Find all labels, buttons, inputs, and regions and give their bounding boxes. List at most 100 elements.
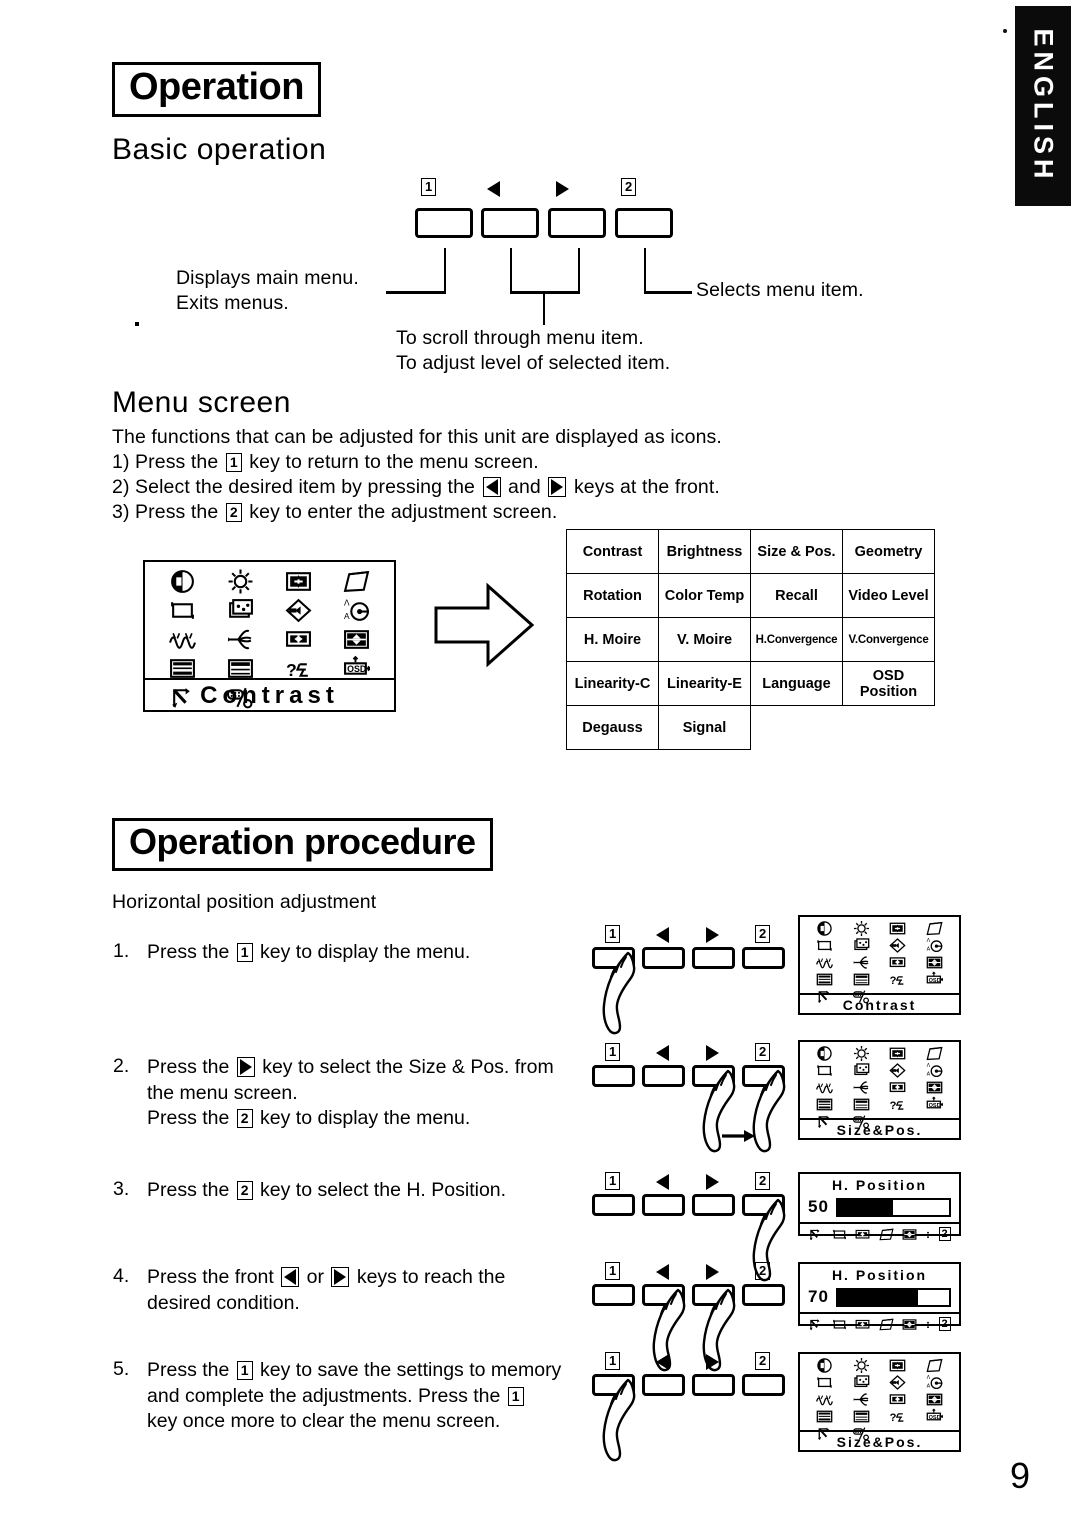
osd-icon-contrast[interactable] [806,920,843,937]
osd-icon-linearity-e[interactable] [211,655,269,682]
osd-icon-v-moire[interactable] [211,626,269,653]
osd-icon-osd-position[interactable]: OSD [328,655,386,682]
osd-icon-h-convergence[interactable] [270,626,328,653]
osd-icon-geometry[interactable] [916,1045,953,1062]
osd-icon-h-moire[interactable] [806,1079,843,1096]
osd-icon-linearity-e[interactable] [843,971,880,988]
osd-panel-step4-h-position-gauge-track[interactable] [835,1287,951,1307]
menu-map-cell[interactable]: Color Temp [658,573,751,618]
osd-icon-rotation[interactable] [806,1062,843,1079]
osd-icon-geometry[interactable] [916,920,953,937]
osd-bar-v-convergence[interactable] [902,1227,917,1242]
button-key-2[interactable] [615,208,673,238]
button-key-2[interactable] [742,1284,785,1306]
osd-icon-size-position[interactable] [880,1045,917,1062]
osd-bar-geometry[interactable] [879,1317,894,1332]
osd-bar-h-convergence[interactable] [855,1317,870,1332]
osd-bar-rotation[interactable] [832,1227,847,1242]
button-key-right[interactable] [692,1194,735,1216]
osd-icon-geometry[interactable] [328,568,386,595]
osd-icon-color-temp[interactable] [211,597,269,624]
osd-icon-brightness[interactable] [843,1045,880,1062]
osd-bar-degauss[interactable] [808,1227,823,1242]
osd-icon-video-level[interactable]: ΛA [916,1374,953,1391]
osd-bar-rotation[interactable] [832,1317,847,1332]
osd-bar-degauss[interactable] [808,1317,823,1332]
menu-map-cell[interactable]: Video Level [842,573,935,618]
osd-icon-video-level[interactable]: ΛA [916,937,953,954]
osd-icon-osd-position[interactable]: OSD [916,971,953,988]
osd-icon-language[interactable]: ? [880,971,917,988]
osd-icon-video-level[interactable]: ΛA [916,1062,953,1079]
osd-icon-size-position[interactable] [880,1357,917,1374]
osd-panel-step3-h-position-gauge-track[interactable] [835,1197,951,1217]
osd-icon-rotation[interactable] [806,937,843,954]
osd-icon-language[interactable]: ? [880,1096,917,1113]
menu-map-cell[interactable]: Size & Pos. [750,529,843,574]
osd-icon-contrast[interactable] [806,1357,843,1374]
button-key-left[interactable] [642,947,685,969]
osd-bar-v-convergence[interactable] [902,1317,917,1332]
menu-map-cell[interactable]: V.Convergence [842,617,935,662]
button-key-left[interactable] [642,1374,685,1396]
osd-icon-linearity-c[interactable] [806,971,843,988]
osd-icon-color-temp[interactable] [843,937,880,954]
osd-icon-rotation[interactable] [806,1374,843,1391]
osd-icon-rotation[interactable] [153,597,211,624]
osd-icon-language[interactable]: ? [270,655,328,682]
osd-icon-recall[interactable] [880,1374,917,1391]
osd-icon-v-convergence[interactable] [916,954,953,971]
menu-map-cell[interactable]: H. Moire [566,617,659,662]
osd-icon-h-moire[interactable] [806,954,843,971]
menu-map-cell[interactable]: Linearity-C [566,661,659,706]
osd-icon-brightness[interactable] [843,1357,880,1374]
osd-icon-linearity-e[interactable] [843,1096,880,1113]
osd-icon-color-temp[interactable] [843,1374,880,1391]
osd-icon-recall[interactable] [880,1062,917,1079]
osd-bar-key-2[interactable]: 2 [938,1317,951,1331]
osd-icon-v-convergence[interactable] [916,1079,953,1096]
osd-icon-size-position[interactable] [270,568,328,595]
button-key-2[interactable] [742,947,785,969]
osd-icon-v-convergence[interactable] [328,626,386,653]
osd-icon-linearity-c[interactable] [806,1408,843,1425]
osd-icon-size-position[interactable] [880,920,917,937]
osd-icon-linearity-e[interactable] [843,1408,880,1425]
osd-icon-color-temp[interactable] [843,1062,880,1079]
osd-icon-video-level[interactable]: ΛA [328,597,386,624]
osd-icon-osd-position[interactable]: OSD [916,1408,953,1425]
button-key-1[interactable] [415,208,473,238]
osd-icon-v-moire[interactable] [843,1391,880,1408]
osd-icon-degauss[interactable] [806,988,843,1005]
button-key-left[interactable] [642,1065,685,1087]
osd-icon-linearity-c[interactable] [153,655,211,682]
osd-icon-osd-position[interactable]: OSD [916,1096,953,1113]
osd-icon-recall[interactable] [880,937,917,954]
osd-bar-key-2[interactable]: 2 [938,1227,951,1241]
menu-map-cell[interactable]: Linearity-E [658,661,751,706]
osd-bar-h-convergence[interactable] [855,1227,870,1242]
osd-icon-h-convergence[interactable] [880,954,917,971]
menu-map-cell[interactable]: Degauss [566,705,659,750]
button-key-left[interactable] [642,1194,685,1216]
menu-map-cell[interactable]: OSD Position [842,661,935,706]
menu-map-cell[interactable]: H.Convergence [750,617,843,662]
osd-icon-brightness[interactable] [211,568,269,595]
osd-icon-v-moire[interactable] [843,1079,880,1096]
button-key-right[interactable] [692,1374,735,1396]
osd-icon-contrast[interactable] [806,1045,843,1062]
button-key-left[interactable] [481,208,539,238]
menu-map-cell[interactable]: V. Moire [658,617,751,662]
osd-icon-h-convergence[interactable] [880,1391,917,1408]
osd-icon-geometry[interactable] [916,1357,953,1374]
menu-map-cell[interactable]: Language [750,661,843,706]
osd-bar-geometry[interactable] [879,1227,894,1242]
osd-icon-v-convergence[interactable] [916,1391,953,1408]
menu-map-cell[interactable]: Brightness [658,529,751,574]
osd-icon-h-moire[interactable] [806,1391,843,1408]
button-key-1[interactable] [592,1194,635,1216]
osd-icon-v-moire[interactable] [843,954,880,971]
menu-map-cell[interactable]: Contrast [566,529,659,574]
osd-icon-language[interactable]: ? [880,1408,917,1425]
osd-icon-h-convergence[interactable] [880,1079,917,1096]
